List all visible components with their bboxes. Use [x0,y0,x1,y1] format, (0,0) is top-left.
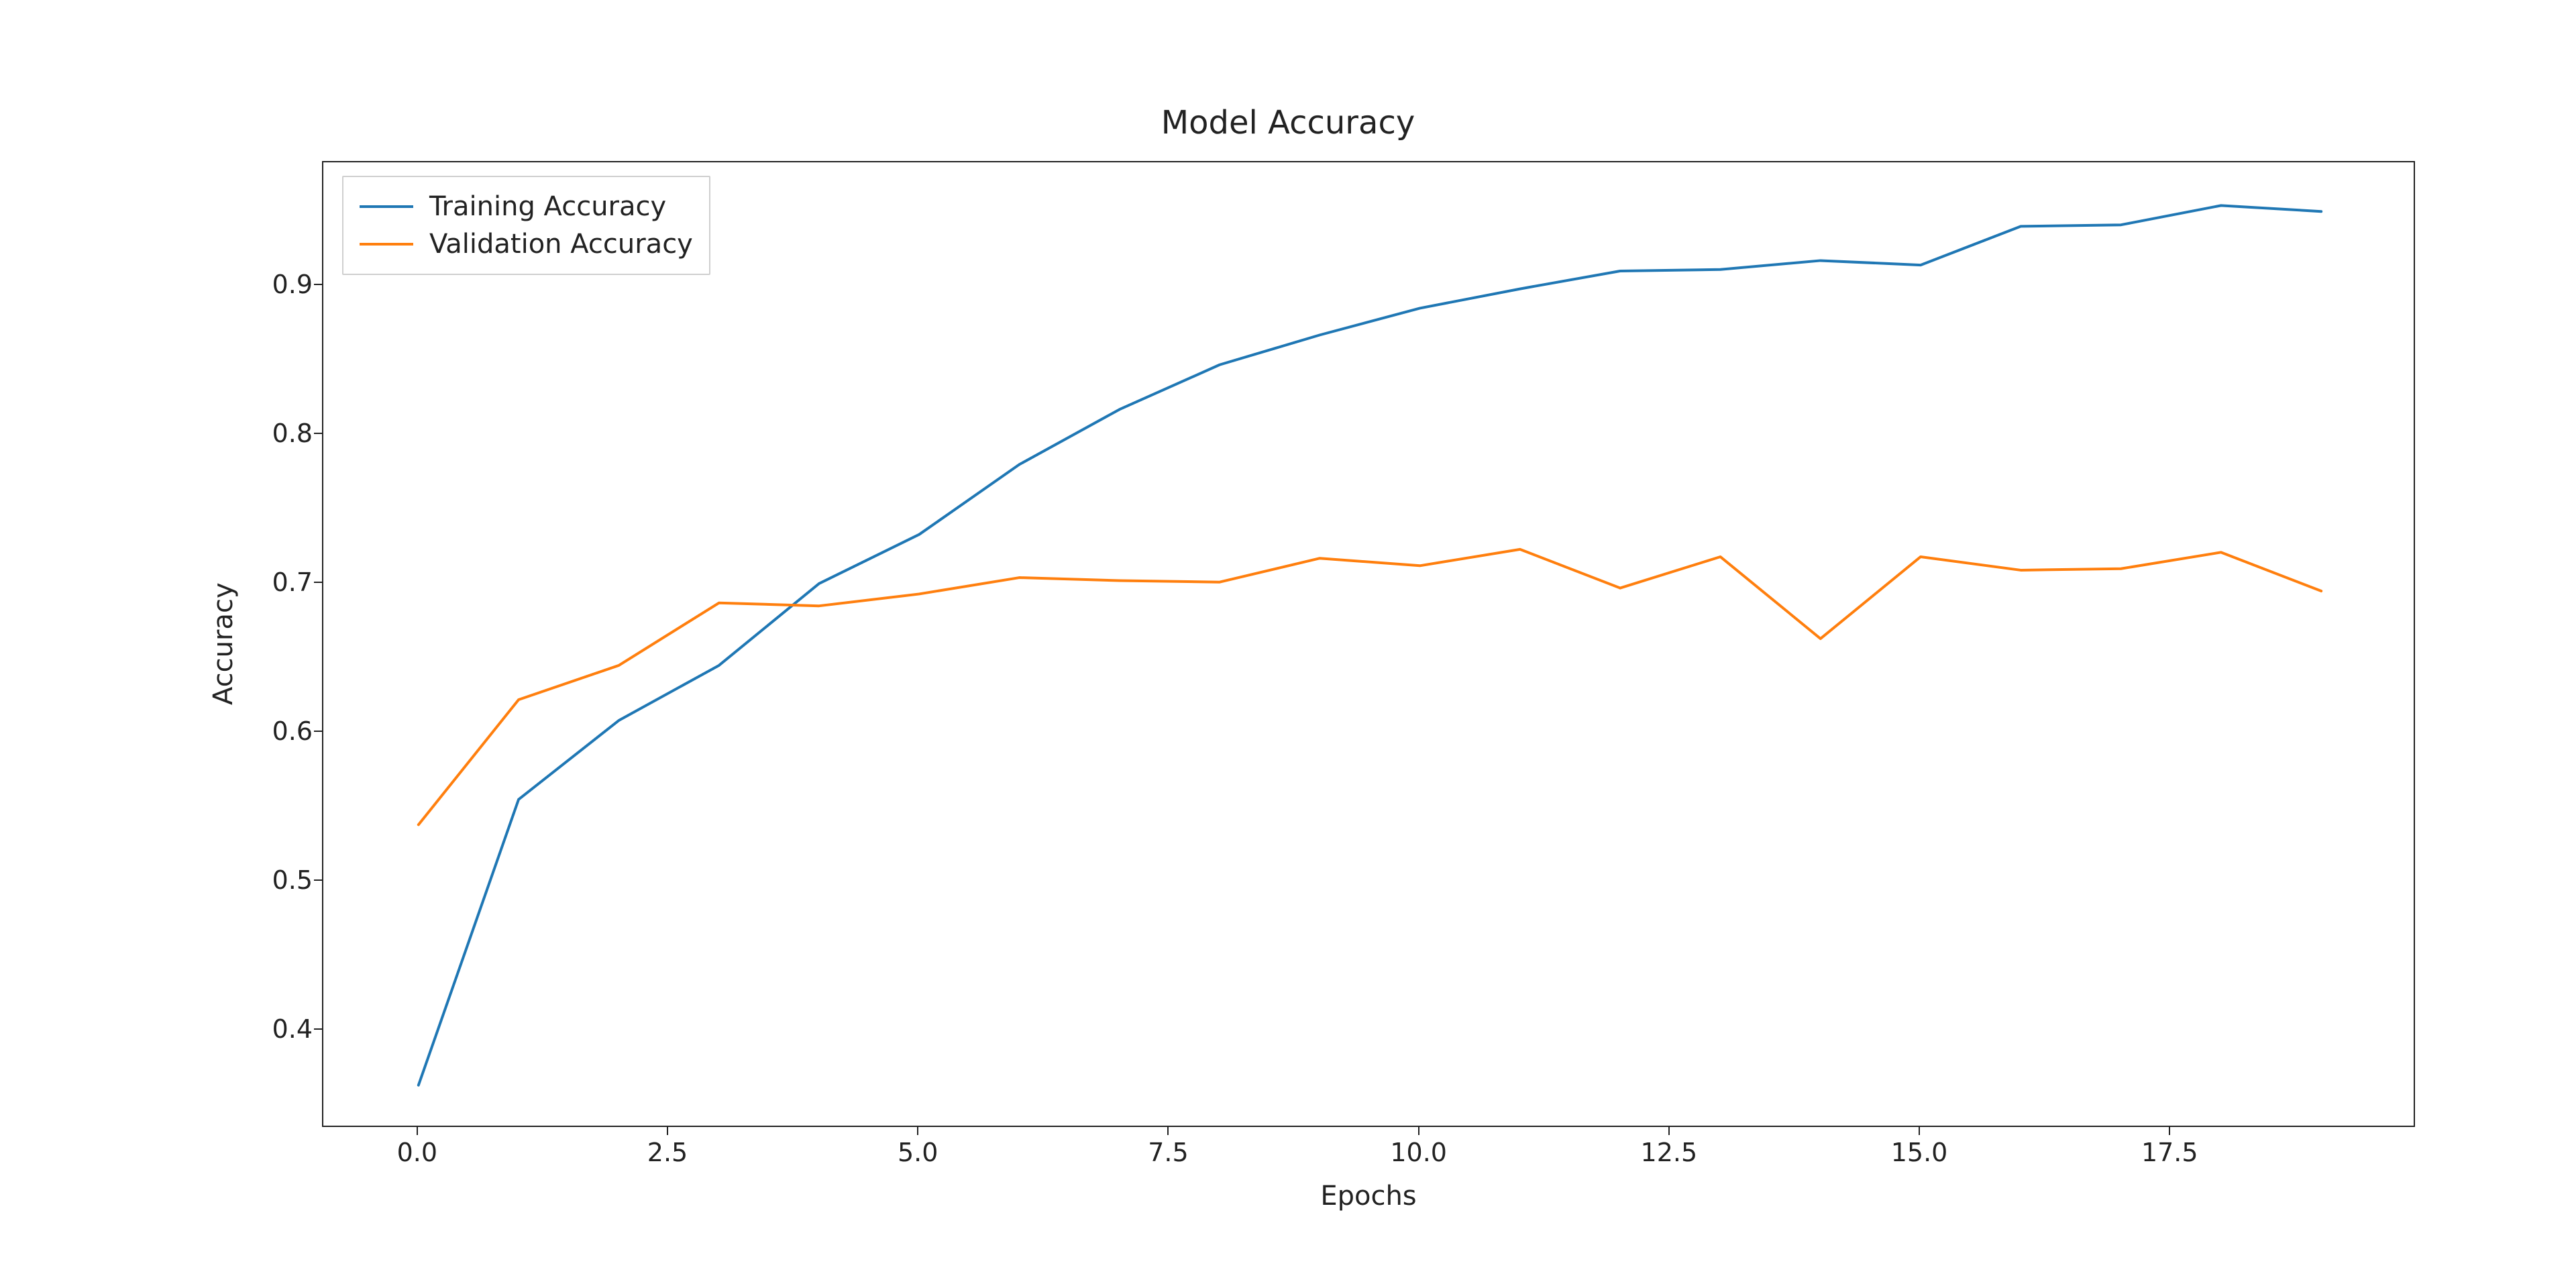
y-tick-label: 0.5 [252,865,313,895]
y-tick-label: 0.8 [252,419,313,448]
legend-swatch-training [360,205,413,208]
x-axis-label: Epochs [322,1181,2415,1212]
y-axis-label: Accuracy [208,161,235,1127]
chart-axes [322,161,2415,1127]
x-tick-label: 5.0 [898,1138,938,1167]
x-tick-mark [1167,1127,1169,1135]
x-tick-mark [1418,1127,1419,1135]
x-tick-mark [1668,1127,1670,1135]
y-tick-label: 0.9 [252,270,313,299]
x-tick-label: 17.5 [2141,1138,2198,1167]
legend-label-training: Training Accuracy [429,191,666,222]
x-tick-mark [417,1127,418,1135]
x-tick-label: 2.5 [647,1138,688,1167]
x-tick-mark [2169,1127,2170,1135]
x-tick-mark [667,1127,668,1135]
chart-title: Model Accuracy [0,104,2576,142]
legend: Training Accuracy Validation Accuracy [342,176,710,275]
chart-plot-area [323,162,2416,1128]
y-tick-label: 0.6 [252,716,313,746]
legend-swatch-validation [360,243,413,246]
y-tick-label: 0.7 [252,568,313,597]
x-tick-label: 0.0 [397,1138,437,1167]
y-tick-mark [314,433,322,434]
series-line-training [419,205,2321,1085]
legend-item-validation: Validation Accuracy [360,225,693,263]
x-tick-mark [1919,1127,1920,1135]
x-tick-label: 10.0 [1390,1138,1447,1167]
series-line-validation [419,549,2321,824]
y-tick-mark [314,1028,322,1030]
legend-item-training: Training Accuracy [360,188,693,225]
chart-figure: Model Accuracy Accuracy Epochs 0.0 2.5 5.0… [0,0,2576,1288]
x-tick-label: 15.0 [1891,1138,1948,1167]
x-tick-label: 7.5 [1148,1138,1188,1167]
y-tick-mark [314,284,322,285]
x-tick-mark [917,1127,918,1135]
y-tick-mark [314,879,322,881]
legend-label-validation: Validation Accuracy [429,229,693,260]
y-tick-mark [314,731,322,732]
y-tick-mark [314,582,322,583]
x-tick-label: 12.5 [1641,1138,1698,1167]
y-tick-label: 0.4 [252,1014,313,1044]
